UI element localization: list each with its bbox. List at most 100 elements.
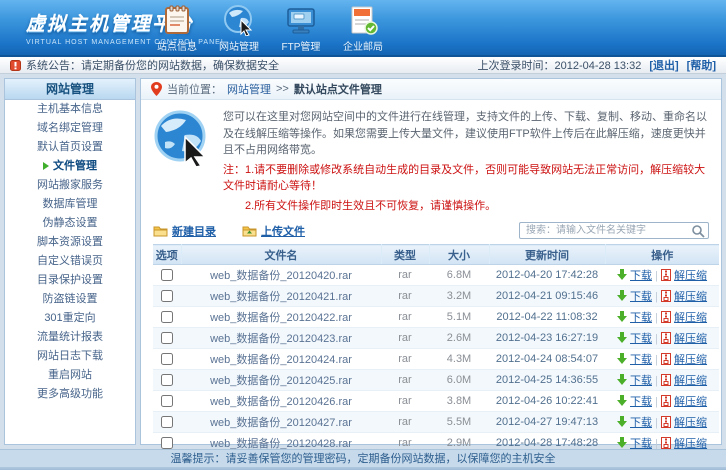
extract-link[interactable]: 解压缩 bbox=[674, 291, 707, 303]
file-date: 2012-04-23 16:27:19 bbox=[489, 327, 605, 349]
download-link[interactable]: 下载 bbox=[630, 417, 652, 429]
extract-link[interactable]: 解压缩 bbox=[674, 375, 707, 387]
quick-nav: 站点信息 网站管理 FTP管理 企业邮局 bbox=[146, 4, 394, 53]
file-type: rar bbox=[381, 369, 429, 391]
file-date: 2012-04-22 11:08:32 bbox=[489, 306, 605, 328]
action-separator: | bbox=[655, 291, 658, 303]
row-actions: 下载 | 解压缩 bbox=[605, 306, 719, 328]
download-arrow-icon bbox=[616, 332, 627, 343]
action-separator: | bbox=[655, 396, 658, 408]
table-row: web_数据备份_20120427.rar rar 5.5M 2012-04-2… bbox=[153, 411, 719, 433]
extract-link[interactable]: 解压缩 bbox=[674, 270, 707, 282]
download-link[interactable]: 下载 bbox=[630, 291, 652, 303]
table-row: web_数据备份_20120420.rar rar 6.8M 2012-04-2… bbox=[153, 264, 719, 286]
action-separator: | bbox=[655, 270, 658, 282]
col-type: 类型 bbox=[381, 244, 430, 265]
row-checkbox[interactable] bbox=[161, 416, 173, 429]
footer-bar: 温馨提示：请妥善保管您的管理密码，定期备份网站数据，以保障您的主机安全 bbox=[0, 449, 726, 467]
logout-link[interactable]: [退出] bbox=[649, 57, 678, 73]
sidebar-item[interactable]: 脚本资源设置 bbox=[5, 233, 135, 252]
col-date: 更新时间 bbox=[489, 244, 606, 265]
sidebar: 网站管理 主机基本信息 域名绑定管理 默认首页设置 文件管理 网站搬家服务 数据… bbox=[4, 78, 136, 445]
download-link[interactable]: 下载 bbox=[630, 270, 652, 282]
sidebar-item[interactable]: 流量统计报表 bbox=[5, 328, 135, 347]
file-toolbar: 新建目录 上传文件 bbox=[141, 218, 721, 244]
file-type: rar bbox=[381, 264, 429, 286]
folder-upload-icon bbox=[242, 226, 257, 237]
sidebar-item[interactable]: 数据库管理 bbox=[5, 195, 135, 214]
sidebar-item[interactable]: 默认首页设置 bbox=[5, 138, 135, 157]
sidebar-item[interactable]: 防盗链设置 bbox=[5, 290, 135, 309]
shortcut-mail[interactable]: 企业邮局 bbox=[332, 4, 394, 53]
col-filename: 文件名 bbox=[181, 244, 382, 265]
search-icon[interactable] bbox=[691, 224, 705, 238]
extract-link[interactable]: 解压缩 bbox=[674, 312, 707, 324]
session-info: 上次登录时间：2012-04-28 13:32 [退出] [帮助] bbox=[477, 57, 716, 73]
extract-link[interactable]: 解压缩 bbox=[674, 354, 707, 366]
search-input[interactable] bbox=[519, 222, 709, 239]
archive-icon bbox=[660, 353, 671, 365]
extract-link[interactable]: 解压缩 bbox=[674, 417, 707, 429]
sidebar-item[interactable]: 更多高级功能 bbox=[5, 385, 135, 404]
file-size: 4.3M bbox=[429, 348, 489, 370]
download-link[interactable]: 下载 bbox=[630, 354, 652, 366]
archive-icon bbox=[660, 290, 671, 302]
row-checkbox[interactable] bbox=[161, 290, 173, 303]
sidebar-item[interactable]: 目录保护设置 bbox=[5, 271, 135, 290]
breadcrumb-section[interactable]: 网站管理 bbox=[227, 81, 271, 97]
archive-icon bbox=[660, 269, 671, 281]
row-checkbox[interactable] bbox=[161, 374, 173, 387]
table-row: web_数据备份_20120421.rar rar 3.2M 2012-04-2… bbox=[153, 285, 719, 307]
download-link[interactable]: 下载 bbox=[630, 312, 652, 324]
sidebar-item[interactable]: 网站搬家服务 bbox=[5, 176, 135, 195]
sidebar-item[interactable]: 伪静态设置 bbox=[5, 214, 135, 233]
sidebar-item[interactable]: 域名绑定管理 bbox=[5, 119, 135, 138]
sidebar-item[interactable]: 自定义错误页 bbox=[5, 252, 135, 271]
shortcut-ftp[interactable]: FTP管理 bbox=[270, 4, 332, 53]
breadcrumb-prefix: 当前位置： bbox=[167, 84, 222, 96]
help-link[interactable]: [帮助] bbox=[687, 57, 716, 73]
row-checkbox[interactable] bbox=[161, 437, 173, 450]
sidebar-item[interactable]: 网站日志下载 bbox=[5, 347, 135, 366]
extract-link[interactable]: 解压缩 bbox=[674, 333, 707, 345]
file-date: 2012-04-20 17:42:28 bbox=[489, 264, 605, 286]
row-actions: 下载 | 解压缩 bbox=[605, 327, 719, 349]
file-name: web_数据备份_20120422.rar bbox=[181, 306, 381, 328]
file-type: rar bbox=[381, 390, 429, 412]
sidebar-item-label: 主机基本信息 bbox=[37, 103, 103, 115]
sidebar-item[interactable]: 主机基本信息 bbox=[5, 100, 135, 119]
download-link[interactable]: 下载 bbox=[630, 375, 652, 387]
file-name: web_数据备份_20120425.rar bbox=[181, 369, 381, 391]
download-link[interactable]: 下载 bbox=[630, 333, 652, 345]
globe-cursor-icon bbox=[154, 110, 207, 167]
shortcut-site-info[interactable]: 站点信息 bbox=[146, 4, 208, 53]
table-body: web_数据备份_20120420.rar rar 6.8M 2012-04-2… bbox=[153, 264, 719, 454]
file-name: web_数据备份_20120427.rar bbox=[181, 411, 381, 433]
row-actions: 下载 | 解压缩 bbox=[605, 411, 719, 433]
row-checkbox[interactable] bbox=[161, 332, 173, 345]
sidebar-item-label: 目录保护设置 bbox=[37, 274, 103, 286]
archive-icon bbox=[660, 437, 671, 449]
shortcut-website[interactable]: 网站管理 bbox=[208, 4, 270, 53]
upload-file-button[interactable]: 上传文件 bbox=[242, 223, 305, 239]
breadcrumb-current: 默认站点文件管理 bbox=[293, 84, 382, 96]
new-folder-button[interactable]: 新建目录 bbox=[153, 223, 216, 239]
sidebar-item[interactable]: 文件管理 bbox=[5, 157, 135, 176]
sidebar-item[interactable]: 重启网站 bbox=[5, 366, 135, 385]
row-checkbox[interactable] bbox=[161, 353, 173, 366]
file-date: 2012-04-27 19:47:13 bbox=[489, 411, 605, 433]
table-row: web_数据备份_20120425.rar rar 6.0M 2012-04-2… bbox=[153, 369, 719, 391]
row-checkbox[interactable] bbox=[161, 395, 173, 408]
row-checkbox[interactable] bbox=[161, 269, 173, 282]
intro-text: 您可以在这里对您网站空间中的文件进行在线管理，支持文件的上传、下载、复制、移动、… bbox=[223, 109, 709, 214]
download-link[interactable]: 下载 bbox=[630, 396, 652, 408]
sidebar-item-label: 301重定向 bbox=[44, 312, 96, 324]
intro-note-1: 注：1.请不要删除或修改系统自动生成的目录及文件，否则可能导致网站无法正常访问，… bbox=[223, 163, 706, 193]
sidebar-item[interactable]: 301重定向 bbox=[5, 309, 135, 328]
extract-link[interactable]: 解压缩 bbox=[674, 396, 707, 408]
file-size: 6.8M bbox=[429, 264, 489, 286]
intro-description: 您可以在这里对您网站空间中的文件进行在线管理，支持文件的上传、下载、复制、移动、… bbox=[223, 111, 707, 156]
alert-icon bbox=[10, 59, 21, 71]
archive-icon bbox=[660, 374, 671, 386]
row-checkbox[interactable] bbox=[161, 311, 173, 324]
